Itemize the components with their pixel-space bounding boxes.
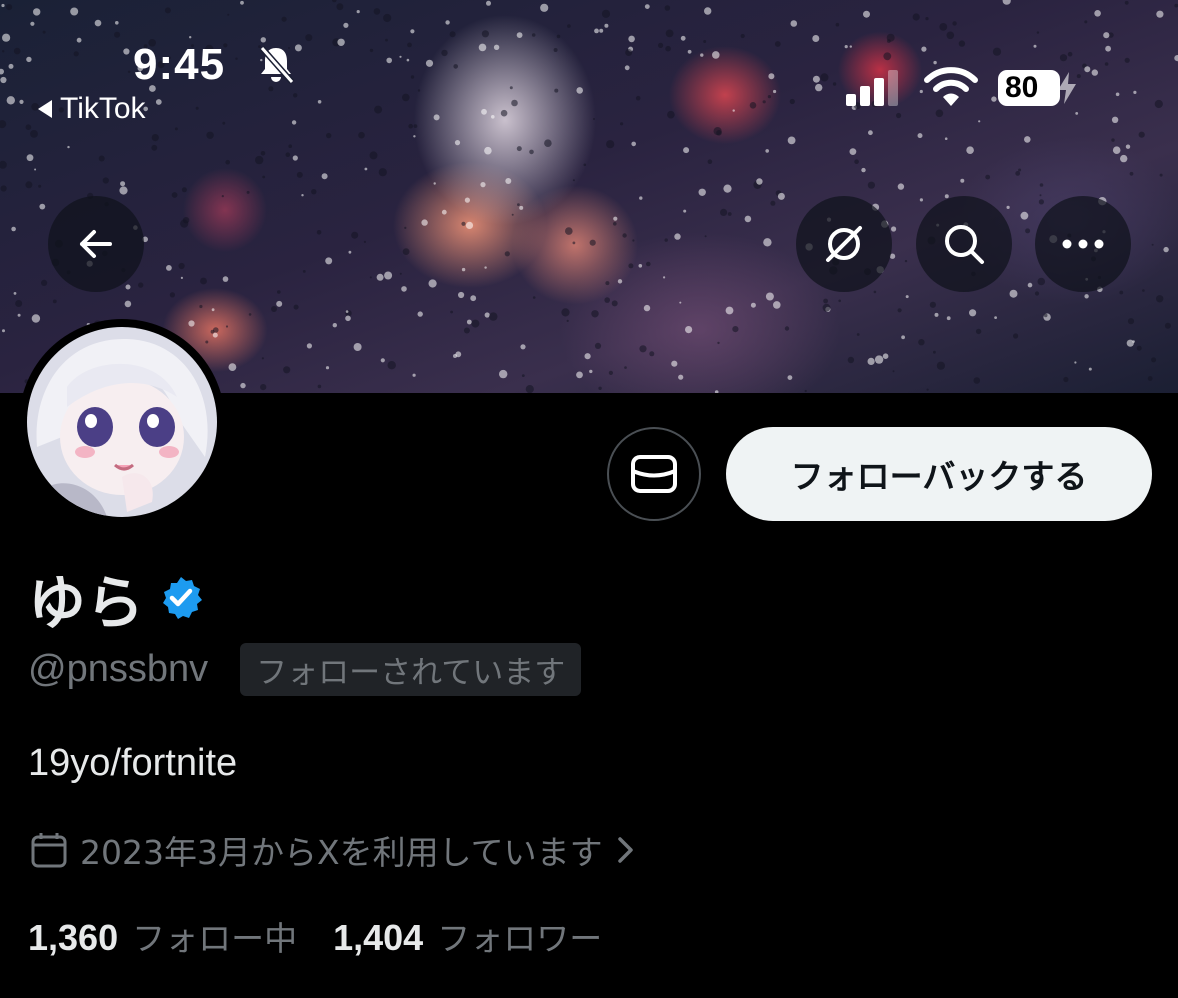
user-handle: @pnssbnv	[28, 648, 209, 690]
following-count[interactable]: 1,360	[28, 917, 118, 959]
back-button[interactable]	[48, 196, 144, 292]
more-icon	[1062, 239, 1104, 249]
back-triangle-icon	[38, 100, 52, 118]
battery-level: 80	[1005, 71, 1039, 104]
profile-bio: 19yo/fortnite	[28, 742, 238, 784]
follows-you-badge: フォローされています	[240, 643, 582, 696]
charging-bolt-icon	[1058, 72, 1076, 104]
avatar[interactable]	[19, 319, 225, 525]
status-time: 9:45	[133, 40, 226, 89]
back-app-label: TikTok	[60, 92, 146, 125]
search-icon	[945, 225, 984, 264]
wifi-icon	[924, 67, 978, 106]
mail-icon	[631, 455, 677, 493]
chevron-right-icon	[617, 837, 633, 863]
avatar-image	[27, 327, 217, 517]
search-button[interactable]	[916, 196, 1012, 292]
more-options-button[interactable]	[1035, 196, 1131, 292]
profile-name-row: ゆら	[28, 556, 204, 640]
grok-button[interactable]	[796, 196, 892, 292]
follow-back-button[interactable]: フォローバックする	[726, 427, 1152, 521]
status-bar: 9:45 TikTok 80	[0, 0, 1178, 140]
arrow-left-icon	[80, 230, 112, 258]
joined-date-text: 2023年3月からXを利用しています	[80, 833, 603, 872]
followers-label[interactable]: フォロワー	[437, 912, 602, 960]
battery-indicator: 80	[998, 70, 1060, 106]
joined-date-row[interactable]: 2023年3月からXを利用しています	[30, 826, 637, 874]
verified-badge-icon[interactable]	[158, 575, 204, 621]
grok-icon	[826, 226, 862, 262]
display-name: ゆら	[28, 569, 145, 637]
cellular-signal-icon	[846, 70, 898, 106]
handle-row: @pnssbnv フォローされています	[28, 643, 582, 696]
bell-muted-icon	[259, 46, 295, 84]
following-label[interactable]: フォロー中	[132, 912, 297, 960]
calendar-icon	[31, 833, 67, 868]
followers-count[interactable]: 1,404	[333, 917, 423, 959]
back-to-app-link[interactable]: TikTok	[38, 92, 146, 126]
message-button[interactable]	[607, 427, 701, 521]
follow-counts: 1,360 フォロー中 1,404 フォロワー	[28, 912, 638, 960]
